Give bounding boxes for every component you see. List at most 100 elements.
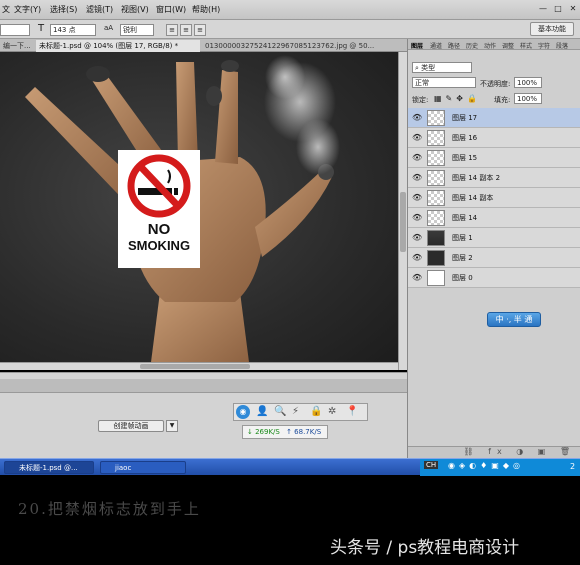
- input-method-badge[interactable]: 中 ·, 半 通: [487, 312, 541, 327]
- pin-icon[interactable]: 📍: [346, 406, 358, 417]
- layer-filter-select[interactable]: ⌕ 类型: [412, 62, 472, 73]
- align-right-button[interactable]: ≡: [194, 24, 206, 36]
- font-size-field[interactable]: 143 点: [50, 24, 96, 36]
- layer-row[interactable]: 👁 图层 1: [408, 228, 580, 248]
- align-left-button[interactable]: ≡: [166, 24, 178, 36]
- tab-history[interactable]: 历史: [466, 41, 478, 50]
- taskbar-item-folder[interactable]: jiaoc: [100, 461, 186, 474]
- record-icon[interactable]: ◉: [236, 405, 250, 419]
- blend-mode-select[interactable]: 正常: [412, 77, 476, 88]
- clock: 2: [570, 462, 576, 471]
- layer-name: 图层 14: [452, 214, 478, 222]
- font-style-field[interactable]: [0, 24, 30, 36]
- user-icon[interactable]: 👤: [256, 406, 268, 417]
- menu-view[interactable]: 视图(V): [121, 4, 149, 15]
- menu-help[interactable]: 帮助(H): [192, 4, 220, 15]
- tab-adjustments[interactable]: 调整: [502, 41, 514, 50]
- layer-thumbnail: [427, 230, 445, 246]
- watermark: 头条号 / ps教程电商设计: [330, 538, 520, 558]
- layer-thumbnail: [427, 150, 445, 166]
- layer-row[interactable]: 👁 图层 2: [408, 248, 580, 268]
- language-indicator[interactable]: CH: [424, 461, 439, 469]
- tab-paths[interactable]: 路径: [448, 41, 460, 50]
- visibility-eye-icon[interactable]: 👁: [412, 153, 422, 162]
- taskbar-item-photoshop[interactable]: 未标题-1.psd @...: [4, 461, 94, 474]
- tab-paragraph[interactable]: 段落: [556, 41, 568, 50]
- vertical-scroll-thumb[interactable]: [400, 192, 406, 252]
- tab-character[interactable]: 字符: [538, 41, 550, 50]
- tab-jpg-doc[interactable]: 01300000327524122967085123762.jpg @ 50..…: [202, 40, 407, 52]
- no-smoking-sign[interactable]: NO SMOKING: [118, 150, 200, 268]
- settings-icon[interactable]: ✲: [328, 406, 336, 417]
- fill-field[interactable]: 100%: [514, 93, 542, 104]
- search-icon: ⌕: [415, 64, 419, 72]
- document-canvas[interactable]: NO SMOKING: [0, 52, 398, 370]
- layer-row[interactable]: 👁 图层 15: [408, 148, 580, 168]
- layer-row[interactable]: 👁 图层 0: [408, 268, 580, 288]
- tutorial-caption: 20.把禁烟标志放到手上: [18, 500, 201, 518]
- maximize-button[interactable]: □: [551, 3, 565, 15]
- sign-line-no: NO: [147, 221, 171, 238]
- tab-actions[interactable]: 动作: [484, 41, 496, 50]
- workspace-button[interactable]: 基本功能: [530, 22, 574, 36]
- download-speed: ↓ 269K/S: [247, 428, 280, 436]
- tab-other-doc[interactable]: 编一下...: [0, 40, 36, 52]
- visibility-eye-icon[interactable]: 👁: [412, 233, 422, 242]
- options-bar: T 143 点 aA 锐利 ≡ ≡ ≡ ⅄ ▤: [0, 20, 580, 54]
- system-tray: CH ◉◈◐♦▣◆◎ 2: [420, 459, 580, 476]
- layer-name: 图层 1: [452, 234, 473, 242]
- antialias-select[interactable]: 锐利: [120, 24, 154, 36]
- layer-thumbnail: [427, 210, 445, 226]
- taskbar: 未标题-1.psd @... jiaoc CH ◉◈◐♦▣◆◎ 2: [0, 458, 580, 476]
- upload-speed: ↑ 68.7K/S: [286, 428, 322, 436]
- zoom-icon[interactable]: 🔍: [274, 406, 286, 417]
- lock-icon[interactable]: 🔒: [310, 406, 322, 417]
- tab-layers[interactable]: 图层: [411, 41, 423, 50]
- horizontal-scroll-thumb[interactable]: [140, 364, 250, 369]
- layers-footer-icons[interactable]: ⛓ fx ◑ ▣ 🗑: [408, 446, 580, 458]
- layer-row[interactable]: 👁 图层 14 副本: [408, 188, 580, 208]
- fill-label: 填充:: [494, 96, 511, 104]
- visibility-eye-icon[interactable]: 👁: [412, 273, 422, 282]
- opacity-field[interactable]: 100%: [514, 77, 542, 88]
- lock-icons[interactable]: ▦✎✥🔒: [434, 94, 481, 103]
- horizontal-scrollbar[interactable]: [0, 362, 398, 370]
- layer-name: 图层 14 副本 2: [452, 174, 501, 182]
- visibility-eye-icon[interactable]: 👁: [412, 213, 422, 222]
- timeline-header: [0, 379, 407, 393]
- visibility-eye-icon[interactable]: 👁: [412, 113, 422, 122]
- visibility-eye-icon[interactable]: 👁: [412, 173, 422, 182]
- menu-filter[interactable]: 滤镜(T): [86, 4, 113, 15]
- sign-line-smoking: SMOKING: [127, 238, 191, 253]
- layer-row[interactable]: 👁 图层 17: [408, 108, 580, 128]
- menu-type[interactable]: 文字(Y): [14, 4, 41, 15]
- layer-name: 图层 17: [452, 114, 478, 122]
- layer-name: 图层 16: [452, 134, 478, 142]
- tray-icons[interactable]: ◉◈◐♦▣◆◎: [448, 461, 524, 470]
- ps-menu-fragment[interactable]: 文: [2, 4, 10, 15]
- visibility-eye-icon[interactable]: 👁: [412, 193, 422, 202]
- layer-row[interactable]: 👁 图层 14 副本 2: [408, 168, 580, 188]
- layer-thumbnail: [427, 170, 445, 186]
- layer-row[interactable]: 👁 图层 14: [408, 208, 580, 228]
- no-smoking-icon: [127, 154, 191, 218]
- menu-bar: 文 文字(Y) 选择(S) 滤镜(T) 视图(V) 窗口(W) 帮助(H) — …: [0, 0, 580, 20]
- floating-toolbar: ◉ 👤 🔍 ⚡ 🔒 ✲ 📍: [233, 403, 368, 421]
- opacity-label: 不透明度:: [480, 80, 511, 88]
- close-window-button[interactable]: ✕: [566, 3, 580, 15]
- visibility-eye-icon[interactable]: 👁: [412, 253, 422, 262]
- layer-row[interactable]: 👁 图层 16: [408, 128, 580, 148]
- menu-select[interactable]: 选择(S): [50, 4, 77, 15]
- vertical-scrollbar[interactable]: [398, 52, 407, 370]
- animation-dropdown-button[interactable]: ▼: [166, 420, 178, 432]
- tab-active-doc[interactable]: 未标题-1.psd @ 104% (图层 17, RGB/8) *: [36, 40, 200, 52]
- minimize-button[interactable]: —: [536, 3, 550, 15]
- create-frame-animation-button[interactable]: 创建帧动画: [98, 420, 164, 432]
- menu-window[interactable]: 窗口(W): [156, 4, 186, 15]
- tab-channels[interactable]: 通道: [430, 41, 442, 50]
- align-center-button[interactable]: ≡: [180, 24, 192, 36]
- tab-styles[interactable]: 样式: [520, 41, 532, 50]
- lightning-icon[interactable]: ⚡: [292, 406, 299, 417]
- layer-thumbnail: [427, 110, 445, 126]
- visibility-eye-icon[interactable]: 👁: [412, 133, 422, 142]
